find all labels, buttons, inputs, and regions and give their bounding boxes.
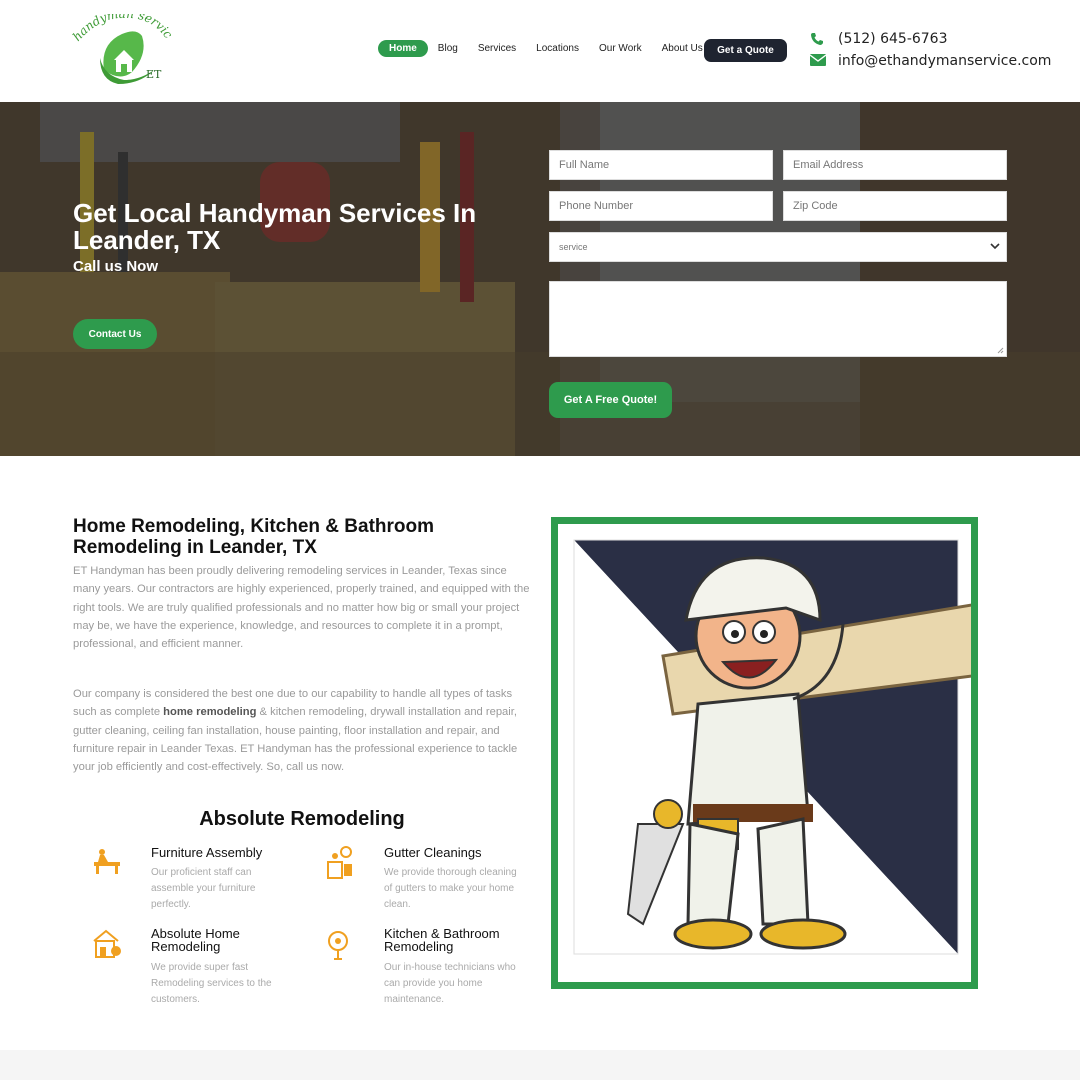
site-logo[interactable]: handyman service ET — [66, 3, 180, 88]
intro-paragraph: ET Handyman has been proudly delivering … — [73, 565, 530, 651]
remodeling-heading: Home Remodeling, Kitchen & Bathroom Remo… — [73, 516, 435, 558]
hero-title: Get Local Handyman Services In Leander, … — [73, 198, 477, 255]
envelope-icon — [809, 54, 828, 68]
contact-us-button[interactable]: Contact Us — [73, 319, 157, 349]
feature-title-home-remodeling: Absolute Home Remodeling — [151, 926, 240, 954]
site-header: handyman service ET Home Blog Services L… — [0, 0, 1080, 102]
handyman-illustration — [551, 517, 978, 989]
feature-desc-home-remodeling: We provide super fast Remodeling service… — [151, 962, 272, 1005]
home-remodeling-link[interactable]: home remodeling — [163, 706, 256, 718]
feature-title-kitchen-bathroom: Kitchen & Bathroom Remodeling — [384, 926, 500, 954]
phone-contact[interactable]: (512) 645-6763 — [810, 31, 948, 47]
message-textarea[interactable] — [549, 281, 1007, 357]
kitchen-remodeling-icon — [322, 927, 358, 963]
gutter-cleaning-icon — [322, 846, 358, 882]
resize-handle-icon[interactable] — [997, 347, 1004, 354]
home-remodeling-icon — [90, 927, 126, 963]
nav-our-work[interactable]: Our Work — [589, 40, 652, 57]
feature-desc-gutter-cleanings: We provide thorough cleaning of gutters … — [384, 867, 517, 910]
nav-services[interactable]: Services — [468, 40, 526, 57]
phone-icon — [810, 32, 828, 46]
service-select-value: service — [559, 242, 588, 252]
nav-locations[interactable]: Locations — [526, 40, 589, 57]
company-paragraph: Our company is considered the best one d… — [73, 688, 518, 774]
footer-strip — [0, 1050, 1080, 1080]
full-name-field[interactable]: Full Name — [549, 150, 773, 180]
feature-desc-furniture-assembly: Our proficient staff can assemble your f… — [151, 867, 256, 910]
hero-subtitle: Call us Now — [73, 258, 159, 275]
zip-code-field[interactable]: Zip Code — [783, 191, 1007, 221]
hero-section: Get Local Handyman Services In Leander, … — [0, 102, 1080, 456]
phone-number: (512) 645-6763 — [838, 31, 948, 47]
email-address: info@ethandymanservice.com — [838, 53, 1052, 69]
furniture-assembly-icon — [90, 846, 126, 882]
main-nav: Home Blog Services Locations Our Work Ab… — [378, 40, 713, 57]
nav-home[interactable]: Home — [378, 40, 428, 57]
absolute-remodeling-heading: Absolute Remodeling — [199, 808, 405, 830]
feature-desc-kitchen-bathroom: Our in-house technicians who can provide… — [384, 962, 516, 1005]
service-select[interactable]: service — [549, 232, 1007, 262]
free-quote-submit-button[interactable]: Get A Free Quote! — [549, 382, 672, 418]
nav-blog[interactable]: Blog — [428, 40, 468, 57]
feature-title-furniture-assembly: Furniture Assembly — [151, 845, 263, 860]
email-contact[interactable]: info@ethandymanservice.com — [809, 53, 1052, 69]
phone-field[interactable]: Phone Number — [549, 191, 773, 221]
chevron-down-icon — [990, 242, 1000, 252]
email-field[interactable]: Email Address — [783, 150, 1007, 180]
logo-initials: ET — [146, 68, 162, 81]
feature-title-gutter-cleanings: Gutter Cleanings — [384, 845, 482, 860]
get-a-quote-button[interactable]: Get a Quote — [704, 39, 787, 62]
